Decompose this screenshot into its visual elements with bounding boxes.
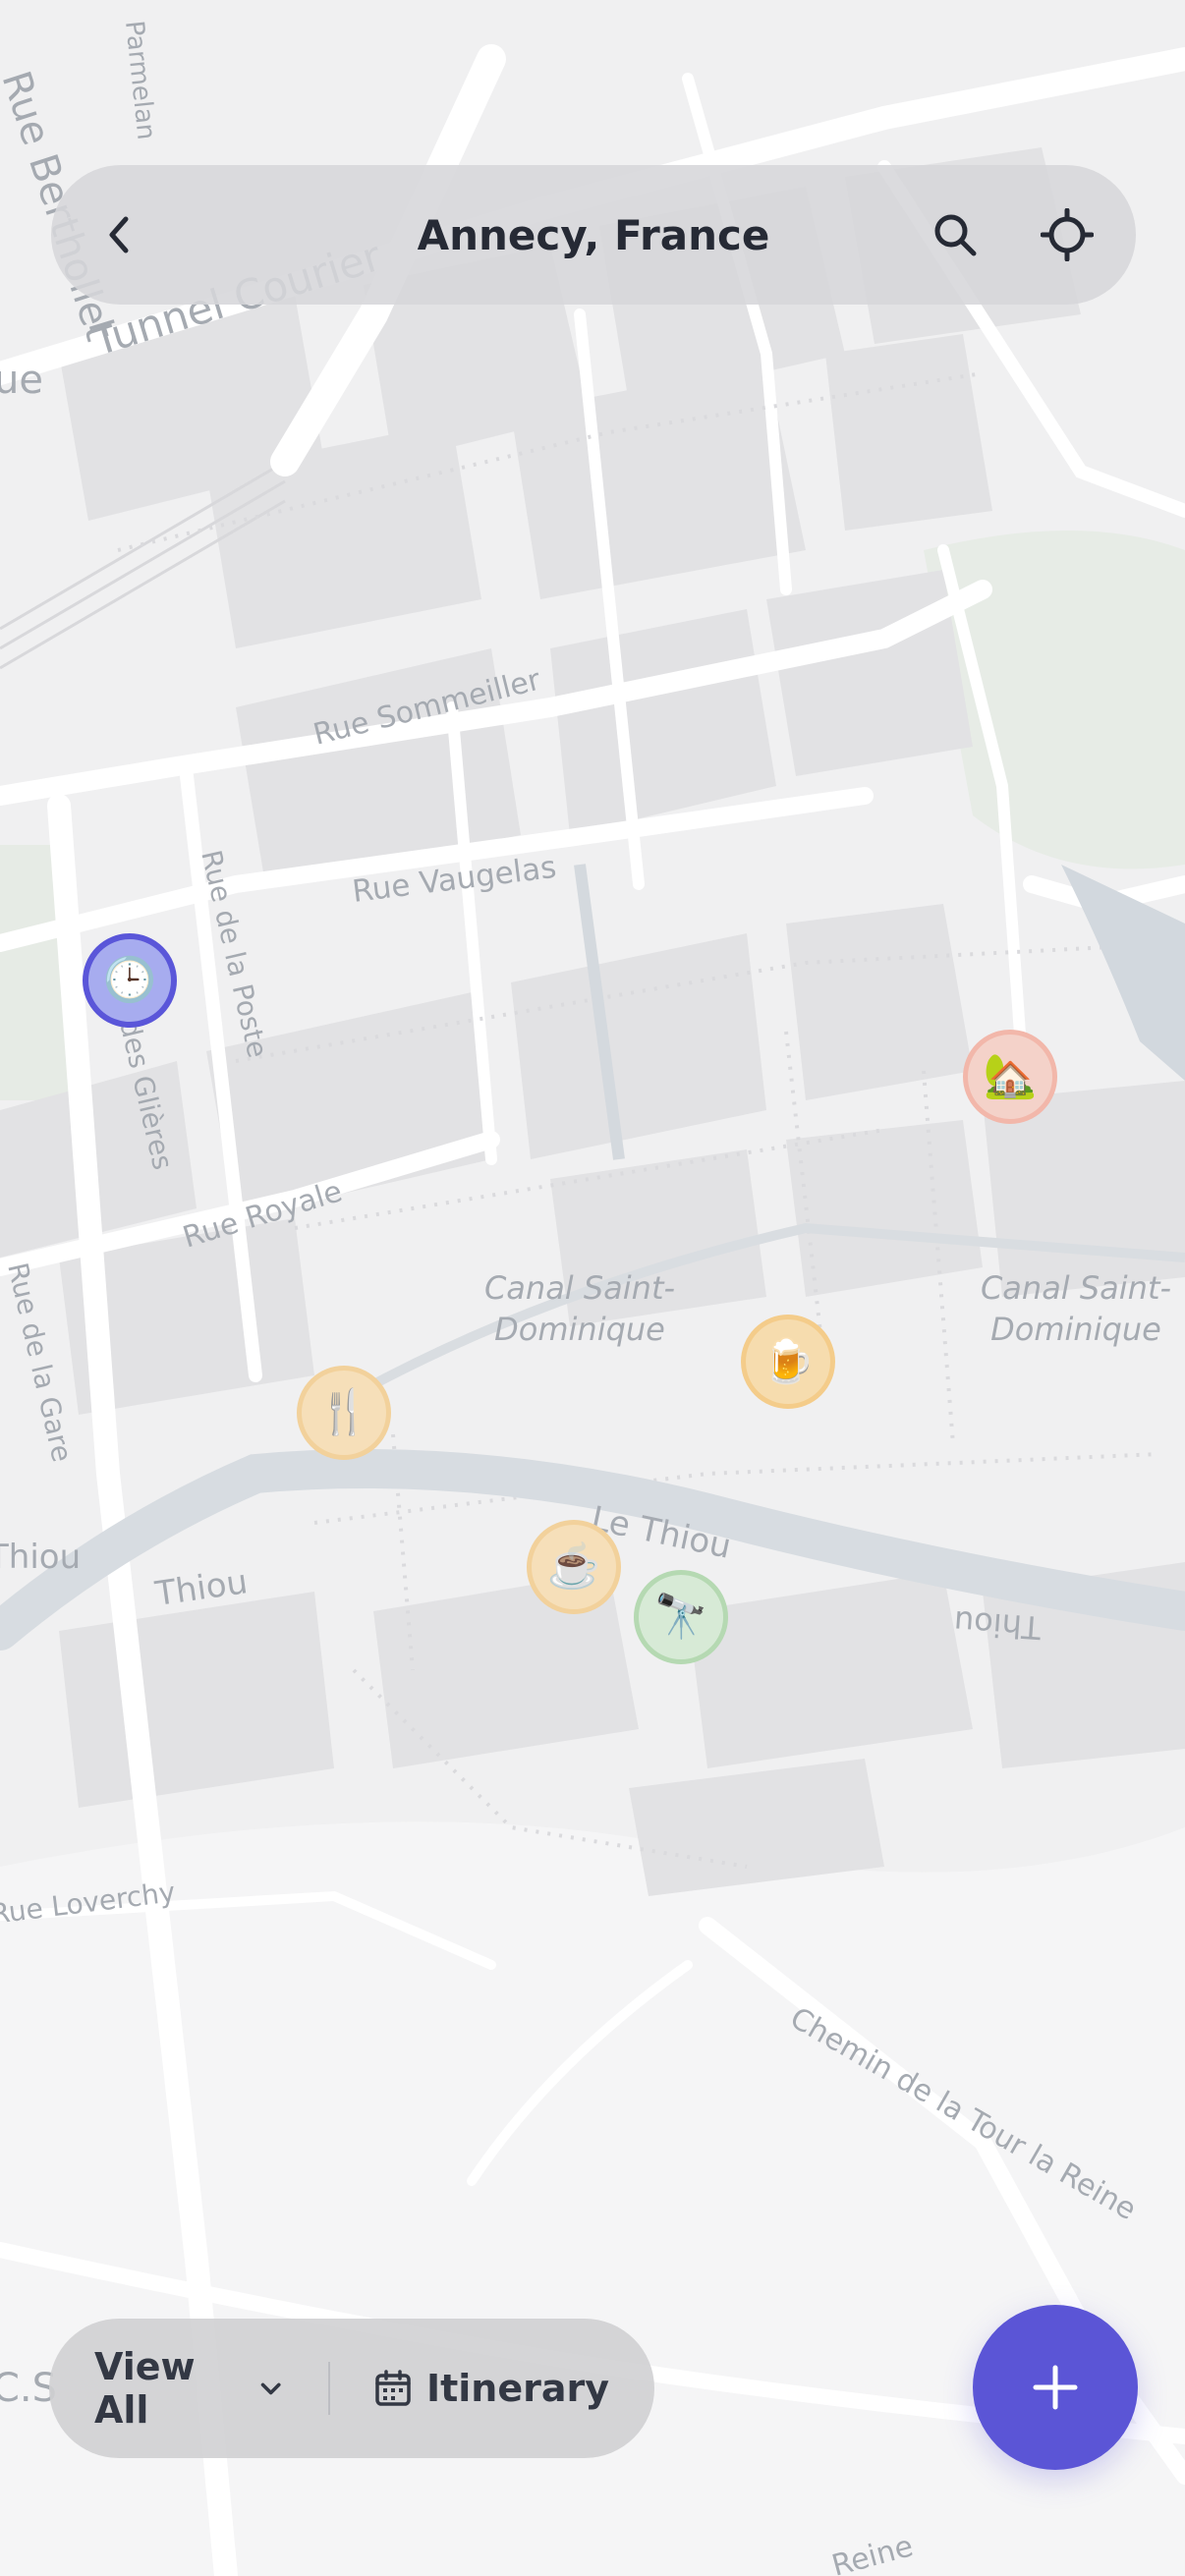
house-icon: 🏡 <box>983 1052 1038 1100</box>
locate-button[interactable] <box>1026 194 1108 276</box>
clock-icon: 🕒 <box>102 956 157 1004</box>
add-button[interactable] <box>973 2305 1138 2470</box>
chevron-left-icon <box>109 216 129 253</box>
crosshair-icon <box>1041 208 1094 261</box>
view-all-label: View All <box>94 2345 196 2432</box>
search-button[interactable] <box>914 194 996 276</box>
marker-beer[interactable]: 🍺 <box>741 1315 835 1409</box>
map-canvas[interactable]: Tunnel Courier Rue Sommeiller Rue Vaugel… <box>0 0 1185 2576</box>
fork-knife-icon: 🍴 <box>316 1388 371 1436</box>
bottom-bar-divider <box>328 2362 330 2415</box>
itinerary-label: Itinerary <box>425 2367 609 2410</box>
itinerary-button[interactable]: Itinerary <box>373 2367 609 2410</box>
marker-coffee[interactable]: ☕ <box>527 1520 621 1614</box>
marker-restaurant[interactable]: 🍴 <box>297 1366 391 1460</box>
canal-label-2-line1: Canal Saint- <box>981 1269 1171 1307</box>
telescope-icon: 🔭 <box>653 1593 708 1641</box>
map-screen: Tunnel Courier Rue Sommeiller Rue Vaugel… <box>0 0 1185 2576</box>
canal-label-1-line2: Dominique <box>494 1311 665 1348</box>
marker-house[interactable]: 🏡 <box>963 1030 1057 1124</box>
bottom-bar: View All Itinerary <box>49 2319 654 2458</box>
map-label-thiou-right: Thiou <box>953 1603 1044 1647</box>
map-label-rue-left: Rue <box>0 358 43 403</box>
back-button[interactable] <box>79 194 161 276</box>
search-icon <box>934 214 977 256</box>
plus-icon <box>1033 2365 1078 2410</box>
view-all-dropdown[interactable]: View All <box>94 2345 283 2432</box>
marker-clock[interactable]: 🕒 <box>83 933 177 1028</box>
calendar-icon <box>375 2370 411 2406</box>
top-bar: Annecy, France <box>51 165 1136 305</box>
map-label-thiou-left: Thiou <box>0 1538 81 1577</box>
chevron-down-icon <box>260 2382 281 2395</box>
canal-label-1-line1: Canal Saint- <box>484 1269 675 1307</box>
canal-label-2-line2: Dominique <box>990 1311 1161 1348</box>
beer-icon: 🍺 <box>761 1337 816 1385</box>
coffee-icon: ☕ <box>546 1542 601 1591</box>
marker-telescope[interactable]: 🔭 <box>634 1570 728 1664</box>
